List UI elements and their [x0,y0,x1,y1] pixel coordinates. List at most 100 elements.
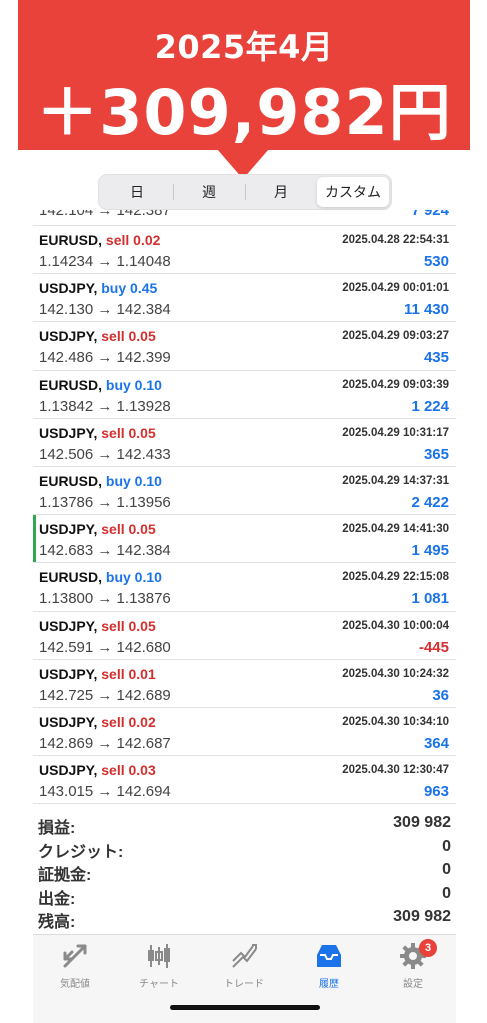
home-indicator [170,1005,320,1010]
quotes-icon [63,944,87,968]
trade-row[interactable]: USDJPY, sell 0.05 2025.04.29 10:31:17 142.… [33,419,456,467]
summary-value: 309 982 [393,908,451,925]
trade-profit: 7 924 [411,210,449,219]
trade-symbol: USDJPY, sell 0.02 [39,714,156,730]
summary-label: 残高: [38,914,76,931]
trade-side: sell 0.05 [101,521,156,538]
trade-symbol: USDJPY, buy 0.45 [39,280,157,296]
summary-withdrawal: 出金: 0 [38,883,451,908]
trade-profit: 11 430 [403,301,449,319]
trade-prices: 143.015 → 142.694 [39,783,171,801]
chart-icon [148,944,170,968]
trade-row[interactable]: USDJPY, sell 0.05 2025.04.29 09:03:27 142.… [33,322,456,371]
trade-symbol-name: EURUSD, [39,569,103,586]
tab-custom-label: カスタム [325,184,381,200]
trade-symbol: EURUSD, buy 0.10 [39,473,162,489]
tab-month[interactable]: 月 [245,177,317,207]
trade-row[interactable]: USDJPY, sell 0.05 2025.04.30 10:00:04 142.… [33,612,456,660]
tab-history[interactable]: 履歴 [289,941,369,990]
summary-value: 0 [442,837,451,855]
trade-symbol: USDJPY, sell 0.05 [39,521,156,537]
trade-profit: 963 [423,783,449,801]
trade-side: sell 0.02 [105,232,161,248]
tab-settings[interactable]: 3 設定 [373,939,453,990]
trade-side: buy 0.10 [105,472,162,489]
trade-side: buy 0.10 [105,569,162,586]
trade-profit: 1 495 [411,542,449,560]
summary-value: 0 [442,884,451,902]
trade-icon [232,944,257,968]
summary-credit: クレジット: 0 [38,836,451,861]
trade-datetime: 2025.04.29 09:03:27 [342,330,449,343]
period-selector: 日 週 月 カスタム [99,175,391,209]
trade-datetime: 2025.04.29 09:03:39 [342,378,449,391]
tab-quotes[interactable]: 気配値 [35,941,115,990]
summary-deposit: 証拠金: 0 [38,859,451,884]
banner-amount: ＋309,982円 [36,76,452,149]
trade-symbol-name: USDJPY, [39,665,98,682]
trade-datetime: 2025.04.28 22:54:31 [342,234,449,246]
trade-row[interactable]: EURUSD, buy 0.10 2025.04.29 09:03:39 1.138… [33,371,456,419]
trade-prices: 1.13786 → 1.13956 [39,493,171,511]
trade-side: sell 0.05 [101,424,156,441]
trade-row[interactable]: USDJPY, sell 0.05 2025.04.29 14:41:30 142.… [33,515,456,564]
trade-row[interactable]: EURUSD, sell 0.02 2025.04.28 22:54:31 1.14… [33,226,456,275]
tab-label: チャート [139,979,179,990]
tab-day[interactable]: 日 [101,177,173,207]
tab-trade[interactable]: トレード [204,941,284,990]
trade-symbol: EURUSD, buy 0.10 [39,377,162,393]
trade-prices: 1.13800 → 1.13876 [39,590,171,608]
trade-symbol-name: EURUSD, [39,232,103,248]
summary-label: クレジット: [38,843,124,861]
trade-symbol: EURUSD, sell 0.02 [39,232,160,248]
trade-side: buy 0.45 [101,280,158,297]
tab-custom[interactable]: カスタム [317,177,389,207]
trade-row[interactable]: 142.104 → 142.387 7 924 [33,210,456,226]
trade-datetime: 2025.04.30 10:24:32 [342,667,449,680]
trade-side: sell 0.01 [101,665,156,682]
trade-datetime: 2025.04.29 14:41:30 [342,523,449,536]
trade-datetime: 2025.04.29 22:15:08 [342,571,449,584]
tab-week[interactable]: 週 [173,177,245,207]
trade-profit: 530 [423,253,449,270]
account-summary: 損益: 309 982 クレジット: 0 証拠金: 0 出金: 0 残高: 30… [38,812,451,931]
trade-symbol: USDJPY, sell 0.05 [39,425,156,441]
trade-row[interactable]: USDJPY, sell 0.03 2025.04.30 12:30:47 143.… [33,756,456,805]
trade-profit: 1 224 [411,397,449,415]
trade-prices: 1.14234 → 1.14048 [39,253,171,270]
trade-side: sell 0.05 [101,617,156,634]
trade-profit: 365 [423,445,449,463]
trade-side: sell 0.02 [101,713,156,730]
trade-row[interactable]: EURUSD, buy 0.10 2025.04.29 14:37:31 1.137… [33,467,456,516]
trade-symbol-name: USDJPY, [39,617,98,634]
tab-chart[interactable]: チャート [119,941,199,990]
trade-prices: 1.13842 → 1.13928 [39,397,171,415]
trade-row[interactable]: USDJPY, buy 0.45 2025.04.29 00:01:01 142.1… [33,274,456,323]
trade-symbol: USDJPY, sell 0.01 [39,666,156,682]
trade-profit: 364 [423,734,449,752]
trade-profit: 435 [423,349,449,367]
trade-prices: 142.506 → 142.433 [39,445,171,463]
trade-datetime: 2025.04.29 00:01:01 [342,282,449,295]
profit-banner: 2025年4月 ＋309,982円 [18,0,470,150]
trade-profit: 2 422 [411,493,449,511]
trade-history-list[interactable]: 142.104 → 142.387 7 924 EURUSD, sell 0.0… [33,210,456,808]
tab-month-label: 月 [274,184,288,200]
trade-profit: 36 [432,686,449,704]
trade-symbol-name: USDJPY, [39,280,98,297]
trade-prices: 142.683 → 142.384 [39,542,171,560]
trade-row[interactable]: EURUSD, buy 0.10 2025.04.29 22:15:08 1.138… [33,563,456,612]
tab-day-label: 日 [130,184,144,200]
trade-row[interactable]: USDJPY, sell 0.02 2025.04.30 10:34:10 142.… [33,708,456,757]
summary-label: 出金: [38,890,76,908]
tab-label: 履歴 [319,979,339,990]
settings-badge: 3 [419,939,437,957]
tab-week-label: 週 [202,184,216,200]
trade-side: sell 0.05 [101,328,156,345]
trade-prices: 142.130 → 142.384 [39,301,171,319]
trade-symbol-name: EURUSD, [39,376,103,393]
trade-row[interactable]: USDJPY, sell 0.01 2025.04.30 10:24:32 142.… [33,660,456,708]
trade-symbol-name: USDJPY, [39,424,98,441]
trade-profit: -445 [418,638,449,656]
summary-value: 309 982 [393,814,451,831]
